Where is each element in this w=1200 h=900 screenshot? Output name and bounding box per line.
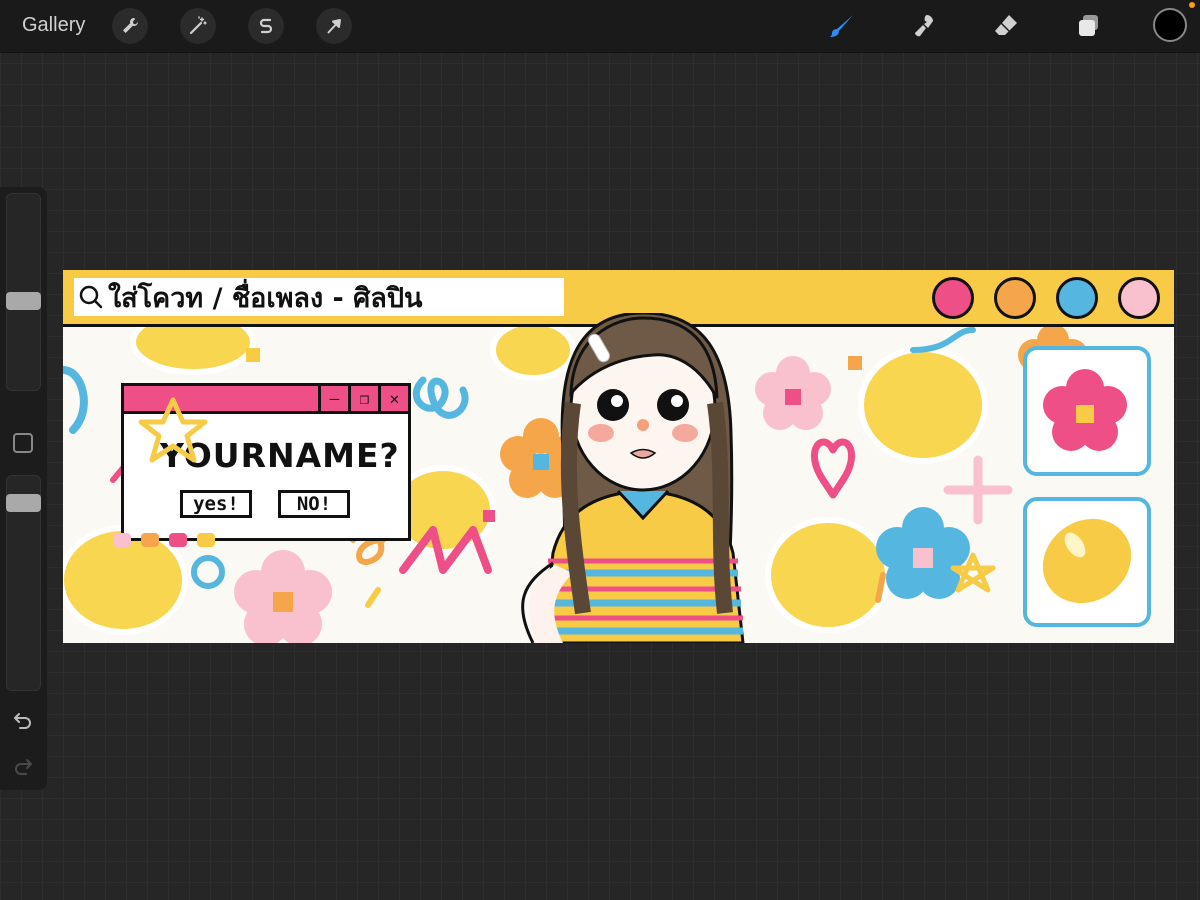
- redo-icon[interactable]: [12, 755, 34, 777]
- undo-icon[interactable]: [12, 709, 34, 731]
- palette-dot-pink: [932, 277, 974, 319]
- modify-button[interactable]: [13, 433, 33, 453]
- color-swatch-button[interactable]: [1153, 8, 1187, 42]
- artwork-canvas[interactable]: ใส่โควท / ชื่อเพลง - ศิลปิน — ❐ ✕ YOURNA…: [63, 270, 1174, 643]
- notification-dot: [1189, 2, 1195, 8]
- retro-maximize-button: ❐: [348, 386, 378, 411]
- palette-dot-blue: [1056, 277, 1098, 319]
- left-sidebar: [0, 187, 47, 790]
- eraser-icon[interactable]: [990, 10, 1022, 42]
- palette-dot-orange: [994, 277, 1036, 319]
- brush-icon[interactable]: [826, 10, 858, 42]
- top-toolbar: Gallery: [0, 0, 1200, 53]
- girl-character-illustration: [521, 313, 745, 643]
- brush-size-thumb[interactable]: [6, 292, 41, 310]
- retro-yes-button: yes!: [180, 490, 252, 518]
- artwork-search-text: ใส่โควท / ชื่อเพลง - ศิลปิน: [108, 282, 423, 314]
- wrench-icon[interactable]: [112, 8, 148, 44]
- palette-dot-lightpink: [1118, 277, 1160, 319]
- flower-sticker-box: [1023, 346, 1151, 476]
- retro-close-button: ✕: [378, 386, 408, 411]
- retro-minimize-button: —: [318, 386, 348, 411]
- star-decor: [138, 397, 208, 463]
- window-dots-decor: [113, 533, 215, 547]
- transform-arrow-icon[interactable]: [316, 8, 352, 44]
- smudge-icon[interactable]: [908, 10, 940, 42]
- magic-wand-icon[interactable]: [180, 8, 216, 44]
- artwork-search-box: ใส่โควท / ชื่อเพลง - ศิลปิน: [74, 278, 564, 316]
- retro-no-button: NO!: [278, 490, 350, 518]
- magnifier-icon: [79, 285, 103, 309]
- selection-icon[interactable]: [248, 8, 284, 44]
- gallery-button[interactable]: Gallery: [22, 14, 85, 37]
- lemon-icon: [1042, 518, 1132, 604]
- lemon-sticker-box: [1023, 497, 1151, 627]
- flower-icon: [1043, 369, 1127, 451]
- layers-icon[interactable]: [1073, 10, 1105, 42]
- opacity-thumb[interactable]: [6, 494, 41, 512]
